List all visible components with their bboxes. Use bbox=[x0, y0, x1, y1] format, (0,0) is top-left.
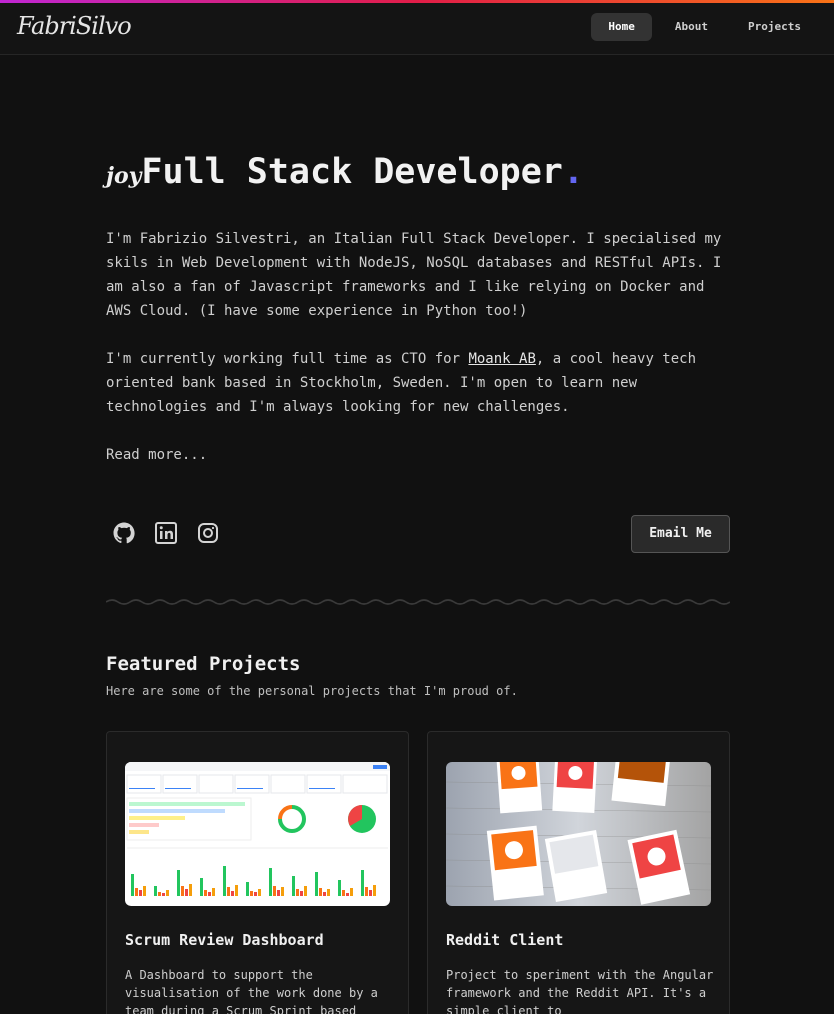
reddit-client-thumbnail bbox=[446, 762, 711, 906]
nav-home[interactable]: Home bbox=[591, 13, 652, 41]
moank-link[interactable]: Moank AB bbox=[468, 351, 535, 367]
github-icon[interactable] bbox=[112, 521, 136, 545]
work-paragraph: I'm currently working full time as CTO f… bbox=[106, 347, 731, 419]
main-nav: Home About Projects bbox=[591, 13, 818, 41]
reddit-client-image bbox=[446, 762, 711, 906]
project-title: Scrum Review Dashboard bbox=[125, 931, 324, 949]
scrum-dashboard-image bbox=[125, 762, 390, 906]
project-description: A Dashboard to support the visualisation… bbox=[125, 968, 378, 1014]
project-title: Reddit Client bbox=[446, 931, 564, 949]
project-card-reddit[interactable]: Reddit Client Project to speriment with … bbox=[427, 731, 730, 1014]
nav-about[interactable]: About bbox=[658, 13, 725, 41]
hero-title-prefix: joy bbox=[106, 163, 142, 189]
featured-subtitle: Here are some of the personal projects t… bbox=[106, 684, 518, 698]
read-more-link[interactable]: Read more... bbox=[106, 443, 731, 467]
project-card-scrum[interactable]: Scrum Review Dashboard A Dashboard to su… bbox=[106, 731, 409, 1014]
scrum-dashboard-thumbnail bbox=[125, 762, 390, 906]
site-header: FabriSilvo Home About Projects bbox=[0, 3, 834, 55]
instagram-icon[interactable] bbox=[196, 521, 220, 545]
hero-title: joyFull Stack Developer. bbox=[106, 152, 584, 192]
email-me-button[interactable]: Email Me bbox=[631, 515, 730, 553]
logo[interactable]: FabriSilvo bbox=[17, 12, 132, 40]
linkedin-icon[interactable] bbox=[154, 521, 178, 545]
wavy-divider bbox=[106, 599, 730, 605]
project-description: Project to speriment with the Angular fr… bbox=[446, 968, 714, 1014]
featured-title: Featured Projects bbox=[106, 653, 301, 675]
hero-title-dot: . bbox=[562, 152, 584, 192]
hero-title-text: Full Stack Developer bbox=[141, 152, 563, 192]
work-text-before: I'm currently working full time as CTO f… bbox=[106, 351, 469, 367]
nav-projects[interactable]: Projects bbox=[731, 13, 818, 41]
social-links bbox=[112, 521, 220, 545]
intro-paragraph: I'm Fabrizio Silvestri, an Italian Full … bbox=[106, 231, 722, 319]
